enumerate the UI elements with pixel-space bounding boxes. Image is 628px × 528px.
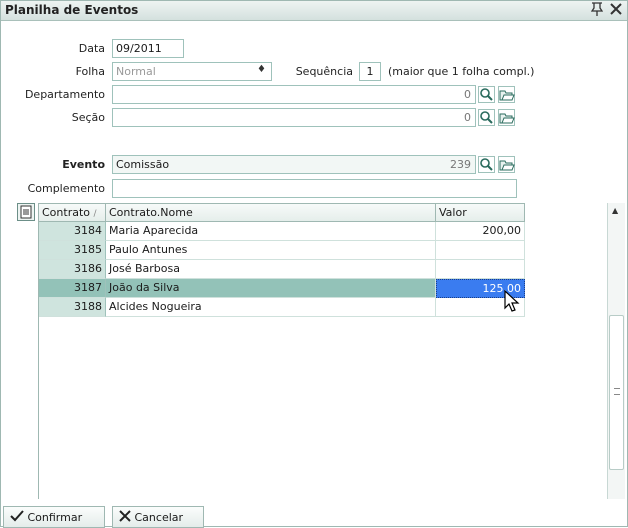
column-header-contrato-label: Contrato bbox=[42, 206, 91, 219]
column-header-contrato[interactable]: Contrato / bbox=[38, 203, 106, 222]
vertical-scrollbar[interactable]: ▲ bbox=[607, 203, 625, 499]
title-bar: Planilha de Eventos bbox=[1, 1, 627, 21]
check-icon bbox=[10, 510, 28, 525]
column-header-nome[interactable]: Contrato.Nome bbox=[105, 203, 436, 222]
x-icon bbox=[119, 510, 135, 525]
sort-indicator: / bbox=[93, 209, 97, 219]
folha-label: Folha bbox=[75, 65, 105, 78]
secao-label: Seção bbox=[71, 111, 105, 124]
cell-nome[interactable]: Maria Aparecida bbox=[106, 222, 436, 241]
cancel-button-label: Cancelar bbox=[134, 511, 184, 524]
data-field[interactable]: 09/2011 bbox=[112, 39, 184, 58]
departamento-label: Departamento bbox=[24, 88, 105, 101]
select-arrow-icon: ♦ bbox=[257, 64, 266, 75]
complemento-field[interactable] bbox=[112, 179, 517, 198]
column-header-valor[interactable]: Valor bbox=[435, 203, 525, 222]
cell-valor[interactable]: 200,00 bbox=[436, 222, 525, 241]
cell-nome[interactable]: João da Silva bbox=[106, 279, 436, 298]
cancel-button[interactable]: Cancelar bbox=[112, 506, 204, 528]
magnifier-icon[interactable] bbox=[478, 109, 495, 126]
folha-selected-value: Normal bbox=[116, 65, 156, 78]
evento-code: 239 bbox=[450, 158, 471, 171]
cell-contrato[interactable]: 3185 bbox=[39, 241, 106, 260]
mouse-cursor-icon bbox=[503, 289, 523, 317]
confirm-button[interactable]: Confirmar bbox=[3, 506, 105, 528]
confirm-button-label: Confirmar bbox=[27, 511, 83, 524]
sequencia-hint: (maior que 1 folha compl.) bbox=[388, 65, 535, 78]
pin-icon[interactable] bbox=[590, 2, 604, 19]
cell-contrato[interactable]: 3184 bbox=[39, 222, 106, 241]
folder-open-icon[interactable] bbox=[498, 156, 515, 173]
window: Planilha de Eventos Data 09/2011 Folha N… bbox=[0, 0, 628, 528]
cell-valor[interactable] bbox=[436, 260, 525, 279]
evento-label: Evento bbox=[62, 158, 105, 171]
cell-contrato[interactable]: 3186 bbox=[39, 260, 106, 279]
cell-nome[interactable]: Alcides Nogueira bbox=[106, 298, 436, 317]
folder-open-icon[interactable] bbox=[498, 109, 515, 126]
folha-select[interactable]: Normal ♦ bbox=[112, 62, 272, 81]
data-label: Data bbox=[78, 42, 105, 55]
cell-nome[interactable]: José Barbosa bbox=[106, 260, 436, 279]
cell-contrato[interactable]: 3188 bbox=[39, 298, 106, 317]
close-icon[interactable] bbox=[609, 2, 623, 19]
departamento-field[interactable] bbox=[112, 85, 476, 104]
grid-menu-icon[interactable] bbox=[17, 203, 35, 221]
scrollbar-thumb[interactable] bbox=[609, 315, 624, 470]
sequencia-label: Sequência bbox=[295, 65, 353, 78]
sequencia-field[interactable]: 1 bbox=[359, 62, 381, 81]
departamento-code: 0 bbox=[464, 88, 471, 101]
window-title: Planilha de Eventos bbox=[5, 3, 139, 17]
cell-nome[interactable]: Paulo Antunes bbox=[106, 241, 436, 260]
cell-contrato[interactable]: 3187 bbox=[39, 279, 106, 298]
secao-field[interactable] bbox=[112, 108, 476, 127]
evento-field[interactable]: Comissão bbox=[112, 155, 476, 174]
complemento-label: Complemento bbox=[27, 182, 105, 195]
grip-icon bbox=[614, 388, 620, 395]
magnifier-icon[interactable] bbox=[478, 156, 495, 173]
scroll-up-icon[interactable]: ▲ bbox=[612, 206, 618, 215]
secao-code: 0 bbox=[464, 111, 471, 124]
folder-open-icon[interactable] bbox=[498, 86, 515, 103]
cell-valor[interactable] bbox=[436, 241, 525, 260]
magnifier-icon[interactable] bbox=[478, 86, 495, 103]
